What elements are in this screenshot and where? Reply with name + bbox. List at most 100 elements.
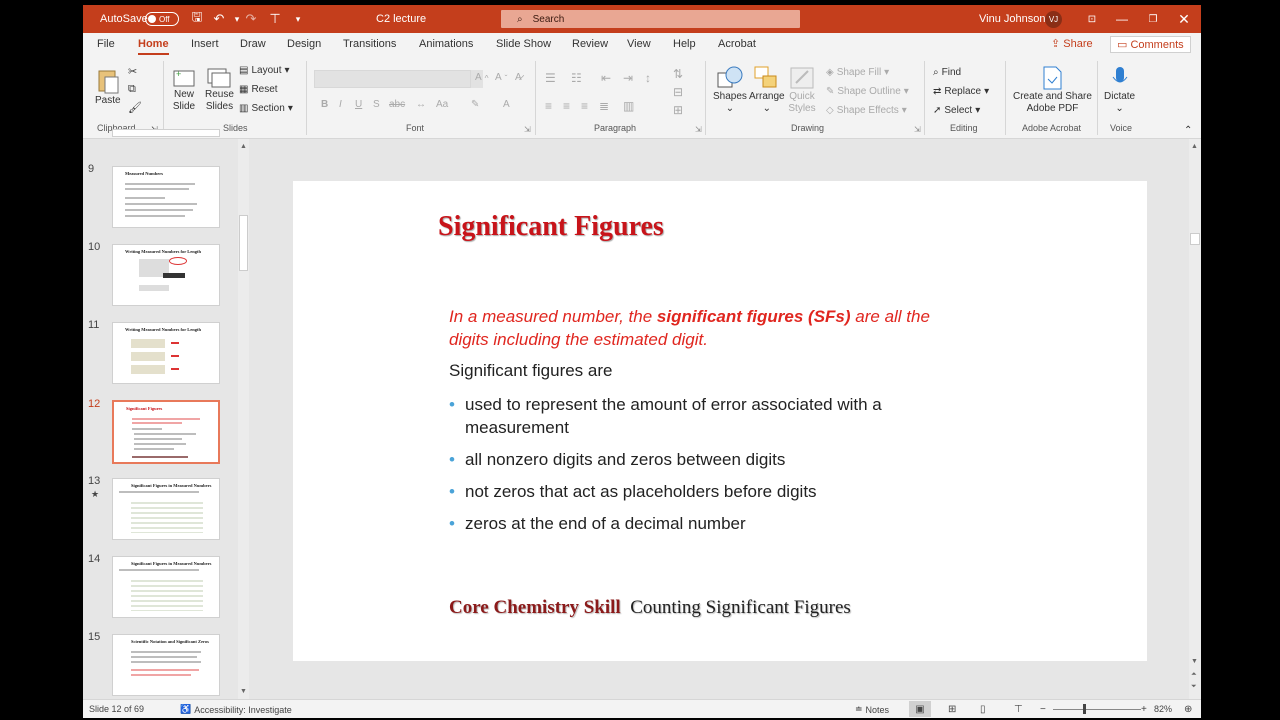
dialog-launcher-icon[interactable]: ⇲	[914, 125, 921, 134]
slide-thumbnail[interactable]: Significant Figures in Measured Numbers	[112, 556, 220, 618]
align-text-icon[interactable]: ⊟	[673, 85, 683, 99]
slide-thumbnail[interactable]: Writing Measured Numbers for Length	[112, 322, 220, 384]
dialog-launcher-icon[interactable]: ⇲	[524, 125, 531, 134]
tab-file[interactable]: File	[97, 38, 115, 50]
section-button[interactable]: ▥ Section ▾	[239, 103, 293, 114]
zoom-out-icon[interactable]: −	[1040, 704, 1046, 715]
slide-intro-text[interactable]: In a measured number, the significant fi…	[449, 305, 969, 351]
minimize-icon[interactable]: —	[1110, 5, 1134, 33]
bullet-item[interactable]: not zeros that act as placeholders befor…	[449, 480, 969, 503]
slide-thumbnail[interactable]: Writing Measured Numbers for Length	[112, 244, 220, 306]
text-direction-icon[interactable]: ⇅	[673, 67, 683, 81]
bullet-item[interactable]: zeros at the end of a decimal number	[449, 512, 969, 535]
scrollbar-thumb[interactable]	[239, 215, 248, 271]
tab-animations[interactable]: Animations	[419, 38, 473, 50]
reuse-slides-button[interactable]: Reuse Slides	[205, 67, 234, 113]
zoom-level[interactable]: 82%	[1154, 704, 1172, 714]
core-skill-footer[interactable]: Core Chemistry Skill Counting Significan…	[449, 597, 851, 619]
new-slide-button[interactable]: + New Slide	[172, 67, 196, 113]
tab-view[interactable]: View	[627, 38, 651, 50]
slide-thumbnail[interactable]: Significant Figures in Measured Numbers	[112, 478, 220, 540]
reading-view-icon[interactable]: ▯	[980, 704, 986, 715]
shapes-button[interactable]: Shapes ⌄	[713, 65, 747, 115]
underline-button[interactable]: U	[355, 99, 362, 110]
char-spacing-icon[interactable]: ↔	[416, 99, 426, 110]
paste-button[interactable]: Paste	[95, 67, 121, 107]
change-case-icon[interactable]: Aa	[436, 99, 448, 110]
align-left-icon[interactable]: ≡	[545, 99, 552, 113]
close-icon[interactable]: ✕	[1172, 5, 1196, 33]
bullets-icon[interactable]: ☰	[545, 71, 556, 85]
slideshow-icon[interactable]: ⊤	[1014, 704, 1023, 715]
ribbon-display-icon[interactable]: ⊡	[1080, 5, 1104, 33]
scroll-up-icon[interactable]: ▲	[240, 143, 247, 150]
columns-icon[interactable]: ▥	[623, 99, 634, 113]
slide-thumbnail[interactable]	[112, 129, 220, 137]
previous-slide-icon[interactable]: ⏶	[1191, 671, 1197, 679]
decrease-indent-icon[interactable]: ⇤	[601, 71, 611, 85]
zoom-in-icon[interactable]: +	[1141, 704, 1147, 715]
grow-font-icon[interactable]: A ^	[475, 72, 489, 83]
reset-button[interactable]: ▦ Reset	[239, 84, 278, 95]
font-color-icon[interactable]: A	[503, 99, 510, 110]
line-spacing-icon[interactable]: ↕	[645, 71, 651, 85]
autosave-toggle[interactable]: Off	[145, 12, 179, 26]
user-name[interactable]: Vinu Johnson	[979, 5, 1045, 33]
align-right-icon[interactable]: ≡	[581, 99, 588, 113]
shadow-button[interactable]: S	[373, 99, 380, 110]
slide-thumbnail[interactable]: Measured Numbers	[112, 166, 220, 228]
tab-acrobat[interactable]: Acrobat	[718, 38, 756, 50]
normal-view-icon[interactable]: ▣	[909, 701, 931, 717]
quick-styles-button[interactable]: Quick Styles	[788, 65, 816, 115]
thumbnail-scrollbar[interactable]: ▲ ▼	[238, 139, 249, 699]
scroll-down-icon[interactable]: ▼	[240, 688, 247, 695]
save-icon[interactable]: 🖫	[187, 5, 207, 33]
strikethrough-button[interactable]: abc	[389, 99, 405, 110]
shape-outline-button[interactable]: ✎ Shape Outline ▾	[826, 86, 909, 97]
italic-button[interactable]: I	[339, 99, 342, 110]
accessibility-status[interactable]: ♿ Accessibility: Investigate	[180, 704, 292, 715]
cut-icon[interactable]: ✂	[128, 65, 137, 78]
tab-home[interactable]: Home	[138, 38, 169, 55]
search-box[interactable]: ⌕ Search	[501, 10, 800, 28]
collapse-ribbon-icon[interactable]: ⌃	[1184, 125, 1192, 136]
undo-icon[interactable]: ↶	[209, 5, 229, 33]
find-button[interactable]: ⌕ Find	[933, 67, 961, 78]
tab-help[interactable]: Help	[673, 38, 696, 50]
numbering-icon[interactable]: ☷	[571, 71, 582, 85]
slide-scrollbar[interactable]: ▲ ▼ ⏶ ⏷	[1189, 139, 1201, 699]
slide-thumbnail-selected[interactable]: Significant Figures	[112, 400, 220, 464]
dictate-button[interactable]: Dictate ⌄	[1104, 65, 1135, 115]
slide-thumbnail[interactable]: Scientific Notation and Significant Zero…	[112, 634, 220, 696]
next-slide-icon[interactable]: ⏷	[1191, 683, 1197, 691]
dialog-launcher-icon[interactable]: ⇲	[695, 125, 702, 134]
highlight-icon[interactable]: ✎	[471, 99, 479, 110]
bold-button[interactable]: B	[321, 99, 328, 110]
bullet-item[interactable]: used to represent the amount of error as…	[449, 393, 969, 439]
tab-draw[interactable]: Draw	[240, 38, 266, 50]
customize-qat-icon[interactable]: ▾	[288, 5, 308, 33]
bullet-item[interactable]: all nonzero digits and zeros between dig…	[449, 448, 969, 471]
tab-insert[interactable]: Insert	[191, 38, 219, 50]
copy-icon[interactable]: ⧉	[128, 83, 136, 96]
tab-slide-show[interactable]: Slide Show	[496, 38, 551, 50]
share-button[interactable]: ⇪ Share	[1051, 37, 1093, 50]
slide-title[interactable]: Significant Figures	[438, 211, 664, 243]
create-pdf-button[interactable]: Create and Share Adobe PDF	[1013, 65, 1092, 115]
font-family-input[interactable]	[314, 70, 471, 88]
arrange-button[interactable]: Arrange ⌄	[749, 65, 785, 115]
notes-button[interactable]: ≐ Notes	[855, 704, 889, 715]
increase-indent-icon[interactable]: ⇥	[623, 71, 633, 85]
smartart-icon[interactable]: ⊞	[673, 103, 683, 117]
shape-effects-button[interactable]: ◇ Shape Effects ▾	[826, 105, 907, 116]
zoom-slider-thumb[interactable]	[1083, 704, 1086, 714]
slide-canvas[interactable]: Significant Figures In a measured number…	[293, 181, 1147, 661]
scroll-down-icon[interactable]: ▼	[1191, 658, 1198, 665]
present-icon[interactable]: ⊤	[265, 5, 285, 33]
clear-format-icon[interactable]: A̷	[515, 72, 522, 83]
scrollbar-thumb[interactable]	[1190, 233, 1200, 245]
slide-lead-text[interactable]: Significant figures are	[449, 361, 612, 381]
fit-to-window-icon[interactable]: ⊕	[1184, 704, 1192, 715]
format-painter-icon[interactable]: 🖌	[128, 101, 142, 114]
tab-review[interactable]: Review	[572, 38, 608, 50]
